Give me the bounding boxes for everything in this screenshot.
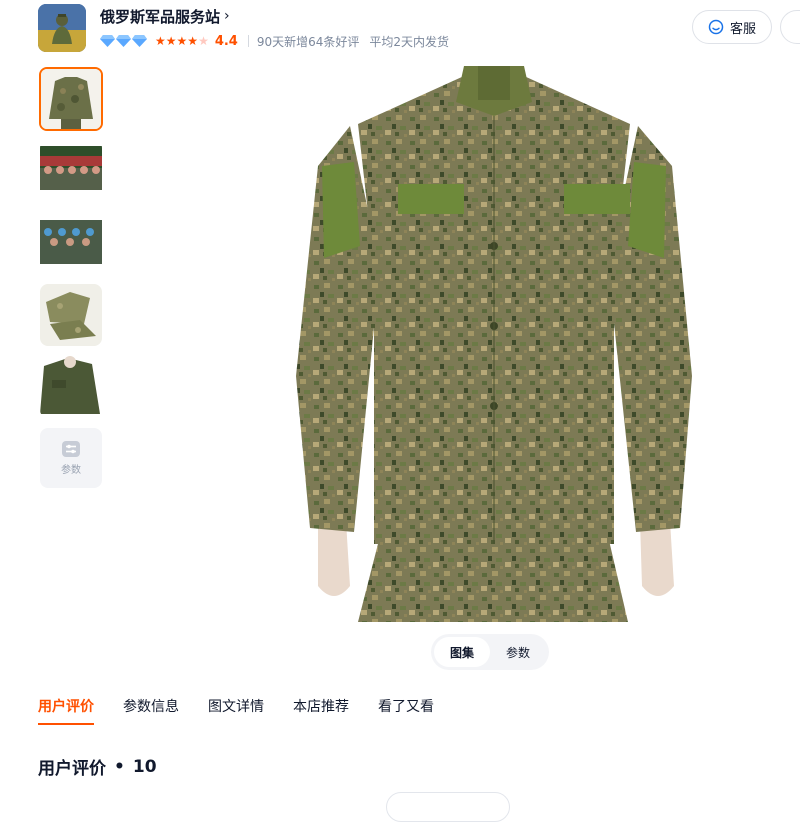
params-icon [62,440,80,457]
switch-params[interactable]: 参数 [490,637,546,667]
tab-details[interactable]: 图文详情 [208,696,264,725]
thumbnail-camo-jacket[interactable] [39,67,103,131]
thumbnail-image [40,356,102,418]
camo-jacket-image [296,66,692,622]
switch-gallery[interactable]: 图集 [434,637,490,667]
reviews-separator: • [114,756,125,777]
star-filled-icon: ★ [176,34,188,48]
thumbnail-image [41,69,101,129]
more-button[interactable] [780,10,800,44]
divider [247,35,249,47]
gallery-view-switch: 图集 参数 [431,634,549,670]
tab-also-viewed[interactable]: 看了又看 [378,696,434,725]
review-stat: 90天新增64条好评 [256,34,360,49]
rating-stars: ★ ★ ★ ★ ★ [155,35,209,47]
params-thumbnail-label: 参数 [61,464,81,476]
thumbnail-jacket-detail[interactable] [40,356,102,418]
smiley-chat-icon [708,19,724,35]
customer-service-button[interactable]: 客服 [692,10,772,44]
diamond-icon [116,35,131,47]
tab-reviews[interactable]: 用户评价 [38,696,94,725]
main-product-image[interactable] [288,66,700,622]
shop-logo[interactable] [38,4,86,52]
shipping-stat: 平均2天内发货 [369,34,450,49]
customer-service-label: 客服 [729,21,756,37]
thumbnail-uniform-set[interactable] [40,284,102,346]
star-empty-icon: ★ [198,34,209,48]
chevron-right-icon: › [224,8,230,24]
params-thumbnail[interactable]: 参数 [40,428,102,488]
shop-level-diamonds [100,35,147,47]
star-filled-icon: ★ [155,34,166,48]
diamond-icon [100,35,115,47]
thumbnail-parade-1[interactable] [40,140,102,202]
shop-meta: ★ ★ ★ ★ ★ 4.4 90天新增64条好评 平均2天内发货 [100,31,459,51]
reviews-count: 10 [132,756,157,777]
star-filled-icon: ★ [165,34,177,48]
thumbnail-image [40,284,102,346]
diamond-icon [132,35,147,47]
thumbnail-parade-2[interactable] [40,212,102,274]
detail-tabs: 用户评价 参数信息 图文详情 本店推荐 看了又看 [38,696,434,725]
shop-name: 俄罗斯军品服务站 [100,7,221,26]
star-filled-icon: ★ [187,34,199,48]
shop-logo-image [38,4,86,52]
tab-params[interactable]: 参数信息 [123,696,179,725]
shop-name-link[interactable]: 俄罗斯军品服务站 › [100,4,230,28]
review-filter-pill[interactable] [386,792,510,822]
thumbnail-image [40,212,102,274]
shop-rating: 4.4 [214,33,238,49]
reviews-heading: 用户评价 • 10 [38,754,157,780]
thumbnail-image [40,140,102,202]
tab-shop-recommend[interactable]: 本店推荐 [293,696,349,725]
reviews-title: 用户评价 [38,759,106,779]
